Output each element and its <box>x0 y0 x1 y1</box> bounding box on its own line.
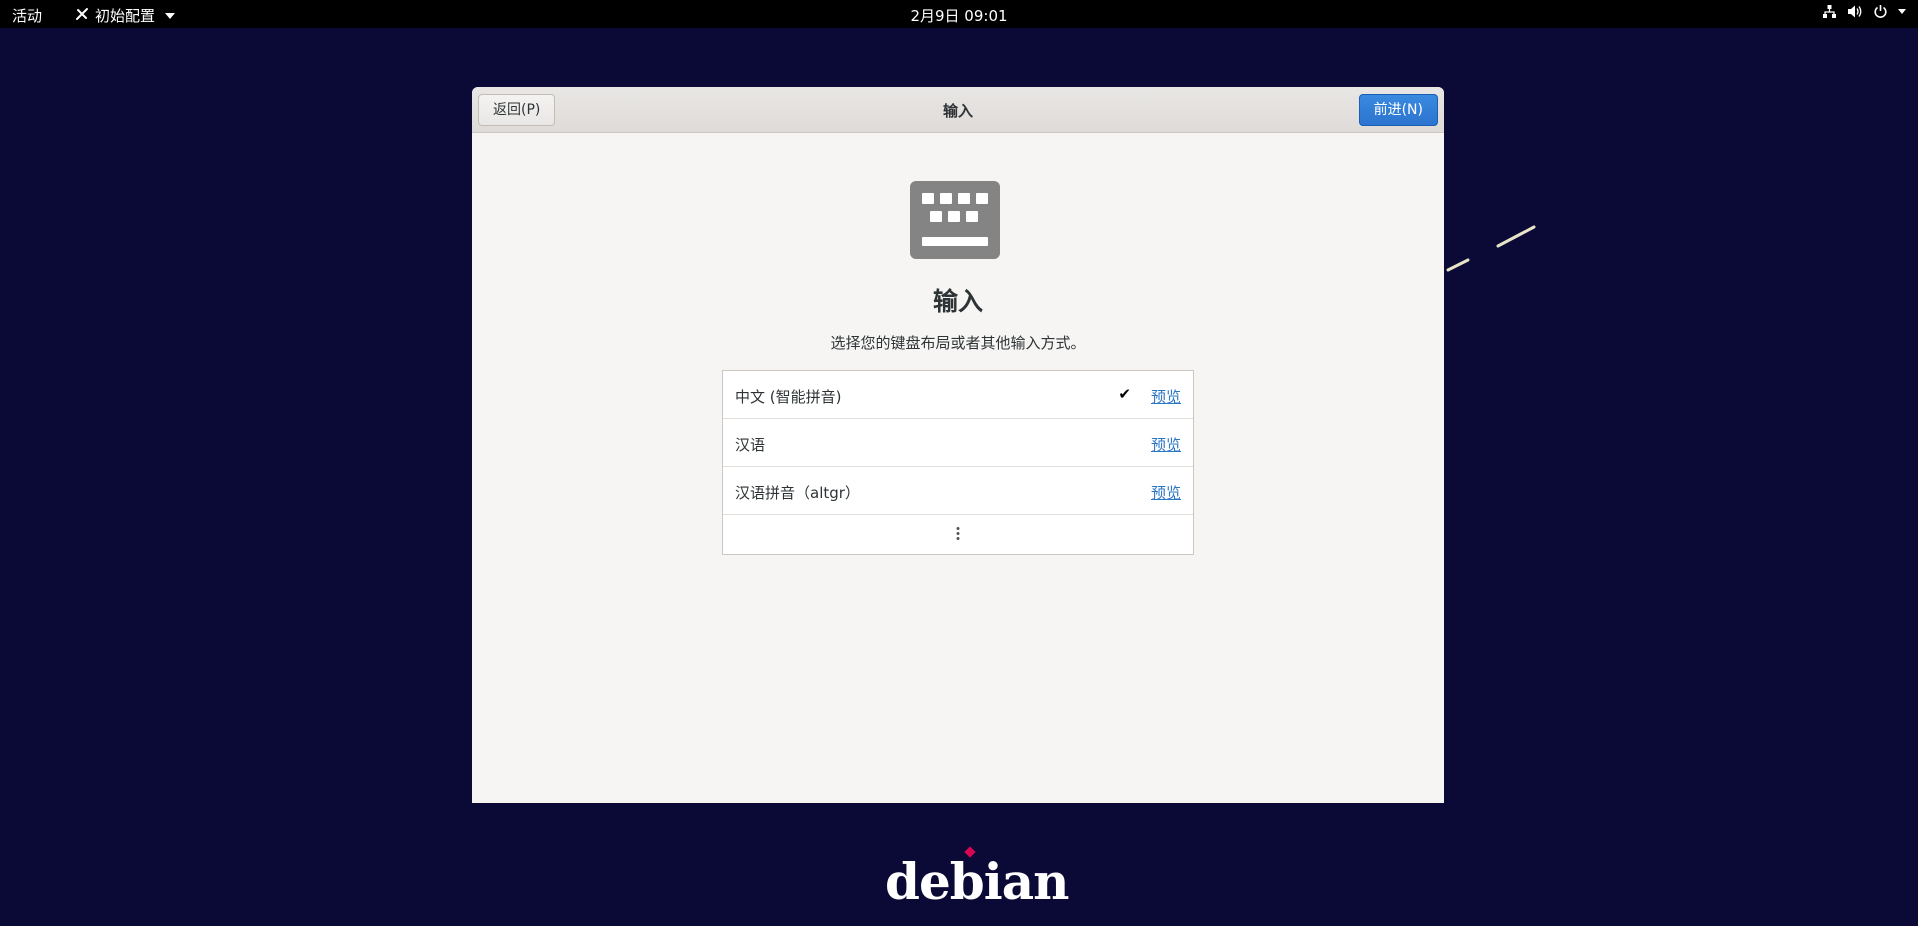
more-options-row[interactable] <box>723 515 1193 553</box>
preview-link[interactable]: 预览 <box>1151 434 1181 455</box>
clock[interactable]: 2月9日 09:01 <box>0 5 1918 26</box>
input-source-label: 汉语拼音（altgr） <box>735 484 860 502</box>
input-source-row[interactable]: 汉语 预览 <box>723 419 1193 467</box>
header-bar: 返回(P) 输入 前进(N) <box>472 87 1444 133</box>
input-source-row[interactable]: 中文 (智能拼音) ✔ 预览 <box>723 371 1193 419</box>
chevron-down-icon <box>165 12 176 19</box>
system-tray[interactable] <box>1822 4 1906 19</box>
preview-link[interactable]: 预览 <box>1151 386 1181 407</box>
volume-icon <box>1847 4 1863 19</box>
input-source-list: 中文 (智能拼音) ✔ 预览 汉语 预览 汉语拼音（altgr） 预览 <box>722 370 1194 555</box>
input-source-row[interactable]: 汉语拼音（altgr） 预览 <box>723 467 1193 515</box>
window-title: 输入 <box>942 102 973 120</box>
app-menu-label: 初始配置 <box>95 7 156 25</box>
page-subheading: 选择您的键盘布局或者其他输入方式。 <box>830 334 1086 352</box>
preview-link[interactable]: 预览 <box>1151 482 1181 503</box>
more-vertical-icon <box>956 527 960 542</box>
activities-button[interactable]: 活动 <box>12 5 42 26</box>
page-heading: 输入 <box>932 287 983 316</box>
chevron-down-icon <box>1898 9 1906 14</box>
input-source-label: 汉语 <box>735 436 766 454</box>
wallpaper-streak <box>1446 225 1536 272</box>
checkmark-icon: ✔ <box>1118 385 1131 403</box>
app-menu[interactable]: 初始配置 <box>75 5 176 26</box>
setup-window: 返回(P) 输入 前进(N) 输入 选择您的键盘布局或者其他输入方式。 中文 (… <box>472 87 1444 803</box>
input-source-label: 中文 (智能拼音) <box>735 388 842 406</box>
debian-logo-text: debian <box>885 852 1069 911</box>
network-icon <box>1822 4 1837 19</box>
app-menu-icon <box>75 7 89 25</box>
next-button[interactable]: 前进(N) <box>1358 94 1438 126</box>
debian-logo: debian <box>885 846 1069 911</box>
keyboard-icon <box>910 181 1000 259</box>
power-icon <box>1873 4 1888 19</box>
top-bar: 活动 初始配置 2月9日 09:01 <box>0 0 1918 28</box>
